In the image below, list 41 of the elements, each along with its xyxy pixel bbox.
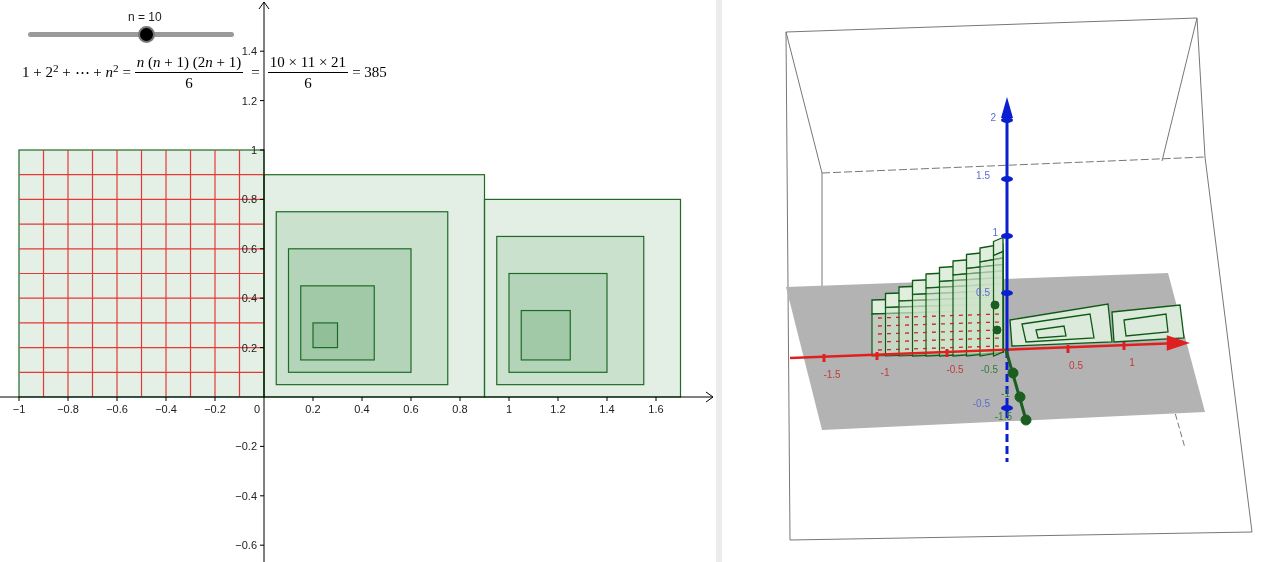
formula-result: = 385 [352, 63, 387, 83]
tick-label: 1 [505, 403, 513, 415]
tick-label: 0.4 [354, 403, 370, 415]
axis-label: 0.5 [1069, 360, 1083, 371]
axis-label: 1 [1129, 357, 1135, 368]
formula-text: 1 + 2$^{2}$ + ⋯ + n$^{2}$ = [22, 61, 131, 83]
tick-label: −0.6 [235, 539, 257, 552]
tick-label: −0.8 [57, 403, 79, 415]
tick-label: 1.2 [550, 403, 566, 415]
tick-label: 1.6 [648, 403, 664, 415]
tick-label: −0.4 [155, 403, 177, 415]
tick-label: 0.2 [305, 403, 321, 415]
axis-label: -0.5 [980, 364, 998, 375]
axis-label: -0.5 [946, 364, 964, 375]
tick-label: −0.6 [106, 403, 128, 415]
tick-label: 1.2 [241, 94, 257, 107]
tick-label: 0.6 [403, 403, 419, 415]
axis-label: 2 [990, 112, 996, 123]
tick-label: 0 [253, 403, 261, 415]
tick-label: 1.4 [241, 45, 257, 58]
tick-label: −1 [12, 403, 26, 415]
fraction-numerator: n (n + 1) (2n + 1) [134, 52, 244, 73]
slider-label: n = 10 [127, 9, 162, 26]
slider-thumb[interactable] [138, 26, 156, 43]
axis-label: -1.5 [823, 369, 841, 380]
tick-label: 1.4 [599, 403, 615, 415]
axis-label: 1.5 [976, 170, 990, 181]
axis-label: 1 [992, 227, 998, 238]
fraction-denominator: 6 [185, 74, 193, 93]
fraction-numerator: 10 × 11 × 21 [267, 52, 349, 73]
tick-label: −0.2 [204, 403, 226, 415]
tick-label: −0.4 [235, 489, 257, 502]
tick-label: 0.8 [452, 403, 468, 415]
fraction-denominator: 6 [304, 74, 312, 93]
tick-label: −0.2 [235, 440, 257, 453]
tick-label: 1 [250, 144, 257, 156]
axis-label: -1 [1001, 388, 1010, 399]
equals-sign: = [251, 63, 260, 83]
axis-label: -1.5 [994, 411, 1012, 422]
axis-label: -1 [880, 367, 890, 378]
axis-label: -0.5 [972, 398, 990, 409]
